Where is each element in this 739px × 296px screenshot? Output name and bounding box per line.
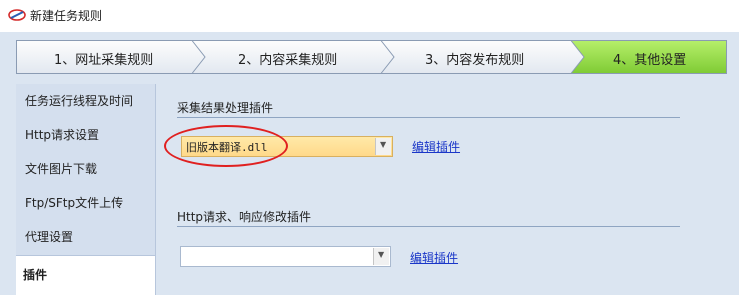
title-bar: 新建任务规则 [0,0,739,33]
section-divider [177,117,680,118]
dropdown-button[interactable]: ▼ [375,138,391,155]
sidebar-item-proxy[interactable]: 代理设置 [16,220,155,254]
edit-http-plugin-link[interactable]: 编辑插件 [410,249,458,266]
sidebar-item-http-request[interactable]: Http请求设置 [16,118,155,152]
sidebar-item-label: 代理设置 [25,230,74,244]
step-3[interactable]: 3、内容发布规则 [395,40,571,74]
step-4-label: 4、其他设置 [613,53,687,68]
sidebar-item-file-download[interactable]: 文件图片下载 [16,152,155,186]
dropdown-button[interactable]: ▼ [373,248,389,265]
annotation-circle [164,125,288,167]
step-4[interactable]: 4、其他设置 [585,40,727,74]
section-divider [177,226,680,227]
app-logo-icon [8,9,26,21]
edit-collect-plugin-link[interactable]: 编辑插件 [412,138,460,155]
http-plugin-select[interactable]: ▼ [180,246,391,267]
wizard-steps: 1、网址采集规则 2、内容采集规则 3、内容发布规则 4、其他设置 [16,40,727,74]
sidebar-item-label: Ftp/SFtp文件上传 [25,196,124,210]
sidebar-item-plugins[interactable]: 插件 [16,255,155,296]
step-1-label: 1、网址采集规则 [54,53,154,68]
sidebar-item-thread-time[interactable]: 任务运行线程及时间 [16,84,155,118]
step-2[interactable]: 2、内容采集规则 [206,40,381,74]
sidebar-item-label: 任务运行线程及时间 [25,94,134,108]
sidebar-item-label: Http请求设置 [25,128,100,142]
step-1[interactable]: 1、网址采集规则 [16,40,194,74]
window-title: 新建任务规则 [30,9,103,23]
step-2-label: 2、内容采集规则 [238,53,338,68]
chevron-down-icon: ▼ [380,140,387,149]
sidebar-item-ftp-upload[interactable]: Ftp/SFtp文件上传 [16,186,155,220]
step-3-label: 3、内容发布规则 [425,53,525,68]
chevron-down-icon: ▼ [378,250,385,259]
http-plugin-section-title: Http请求、响应修改插件 [177,210,312,224]
sidebar-item-label: 文件图片下载 [25,162,98,176]
settings-sidebar: 任务运行线程及时间 Http请求设置 文件图片下载 Ftp/SFtp文件上传 代… [16,84,156,296]
sidebar-item-label: 插件 [23,268,48,282]
collect-plugin-section-title: 采集结果处理插件 [177,101,274,115]
